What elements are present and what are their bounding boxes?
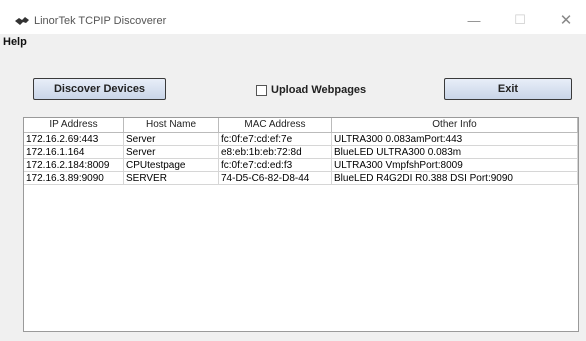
title-bar: LinorTek TCPIP Discoverer — ☐ ✕: [0, 0, 586, 34]
maximize-button[interactable]: ☐: [506, 10, 534, 30]
upload-webpages-label: Upload Webpages: [271, 84, 367, 96]
cell-host-name: Server: [124, 146, 219, 159]
close-button[interactable]: ✕: [552, 10, 580, 30]
table-row[interactable]: 172.16.3.89:9090 SERVER 74-D5-C6-82-D8-4…: [24, 172, 578, 185]
cell-host-name: CPUtestpage: [124, 159, 219, 172]
table-header: IP Address Host Name MAC Address Other I…: [24, 118, 578, 133]
cell-ip-address: 172.16.2.69:443: [24, 133, 124, 146]
window-title: LinorTek TCPIP Discoverer: [34, 15, 167, 27]
menu-bar: Help: [0, 34, 586, 52]
upload-webpages-checkbox[interactable]: [256, 84, 267, 96]
column-header-ip-address[interactable]: IP Address: [24, 118, 124, 132]
cell-ip-address: 172.16.3.89:9090: [24, 172, 124, 185]
column-header-host-name[interactable]: Host Name: [124, 118, 219, 132]
discover-devices-button[interactable]: Discover Devices: [33, 78, 166, 100]
cell-other-info: BlueLED ULTRA300 0.083m: [332, 146, 578, 159]
devices-table[interactable]: IP Address Host Name MAC Address Other I…: [23, 117, 579, 332]
cell-mac-address: fc:0f:e7:cd:ef:7e: [219, 133, 332, 146]
column-header-other-info[interactable]: Other Info: [332, 118, 578, 132]
cell-mac-address: 74-D5-C6-82-D8-44: [219, 172, 332, 185]
cell-ip-address: 172.16.1.164: [24, 146, 124, 159]
cell-mac-address: e8:eb:1b:eb:72:8d: [219, 146, 332, 159]
app-logo-icon: [15, 17, 29, 25]
minimize-button[interactable]: —: [460, 10, 488, 30]
cell-ip-address: 172.16.2.184:8009: [24, 159, 124, 172]
cell-other-info: ULTRA300 0.083amPort:443: [332, 133, 578, 146]
exit-button[interactable]: Exit: [444, 78, 572, 100]
cell-host-name: Server: [124, 133, 219, 146]
cell-other-info: BlueLED R4G2DI R0.388 DSI Port:9090: [332, 172, 578, 185]
table-row[interactable]: 172.16.2.69:443 Server fc:0f:e7:cd:ef:7e…: [24, 133, 578, 146]
menu-item-help[interactable]: Help: [3, 36, 27, 48]
table-row[interactable]: 172.16.2.184:8009 CPUtestpage fc:0f:e7:c…: [24, 159, 578, 172]
cell-host-name: SERVER: [124, 172, 219, 185]
column-header-mac-address[interactable]: MAC Address: [219, 118, 332, 132]
upload-webpages-option[interactable]: Upload Webpages: [256, 84, 366, 96]
table-row[interactable]: 172.16.1.164 Server e8:eb:1b:eb:72:8d Bl…: [24, 146, 578, 159]
cell-other-info: ULTRA300 VmpfshPort:8009: [332, 159, 578, 172]
cell-mac-address: fc:0f:e7:cd:ed:f3: [219, 159, 332, 172]
